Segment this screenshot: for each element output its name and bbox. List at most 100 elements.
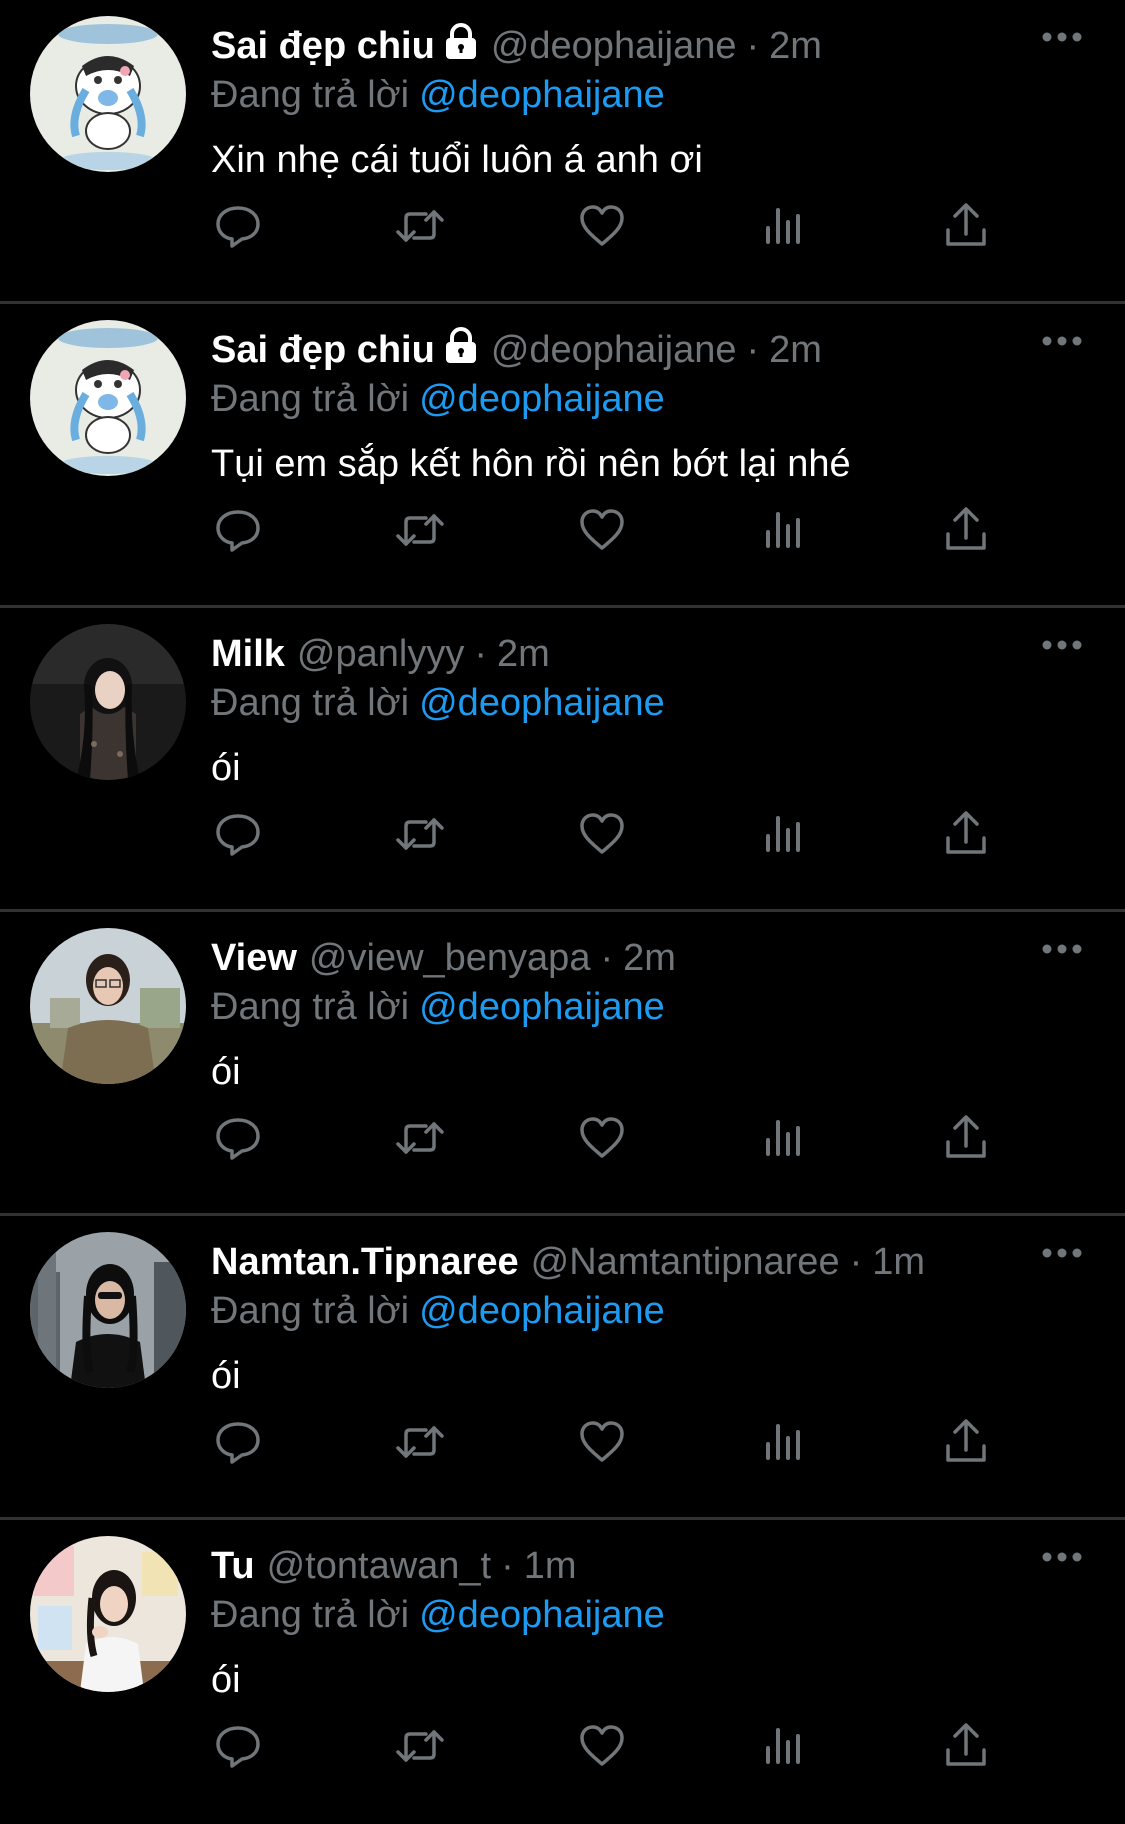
replying-to-label: Đang trả lời <box>211 74 410 116</box>
more-options-icon[interactable] <box>1040 1246 1084 1260</box>
timestamp[interactable]: 2m <box>769 329 822 371</box>
like-icon[interactable] <box>572 804 632 864</box>
reply-icon[interactable] <box>208 500 268 560</box>
views-icon[interactable] <box>754 1412 814 1472</box>
display-name[interactable]: Namtan.Tipnaree <box>211 1241 519 1283</box>
more-options-icon[interactable] <box>1040 334 1084 348</box>
user-handle[interactable]: @Namtantipnaree <box>531 1241 840 1283</box>
tweet[interactable]: Sai đẹp chiu @deophaijane · 2m Đang trả lời… <box>0 0 1125 304</box>
avatar[interactable] <box>30 624 186 780</box>
tweet-text: Tụi em sắp kết hôn rồi nên bớt lại nhé <box>211 443 851 485</box>
tweet-header: Sai đẹp chiu @deophaijane · 2m <box>211 20 1011 72</box>
tweet[interactable]: Namtan.Tipnaree @Namtantipnaree · 1m Đang t… <box>0 1216 1125 1520</box>
avatar[interactable] <box>30 1536 186 1692</box>
reply-mention-link[interactable]: @deophaijane <box>419 682 665 724</box>
share-icon[interactable] <box>936 1108 996 1168</box>
retweet-icon[interactable] <box>390 196 450 256</box>
replying-to: Đang trả lời @deophaijane <box>211 374 665 424</box>
views-icon[interactable] <box>754 1716 814 1776</box>
tweet-text: ói <box>211 1051 241 1093</box>
replying-to: Đang trả lời @deophaijane <box>211 1590 665 1640</box>
tweet-actions <box>0 196 1125 256</box>
tweet-header: Namtan.Tipnaree @Namtantipnaree · 1m <box>211 1236 1011 1288</box>
more-options-icon[interactable] <box>1040 942 1084 956</box>
views-icon[interactable] <box>754 1108 814 1168</box>
timestamp[interactable]: 1m <box>872 1241 925 1283</box>
retweet-icon[interactable] <box>390 1412 450 1472</box>
replying-to: Đang trả lời @deophaijane <box>211 678 665 728</box>
retweet-icon[interactable] <box>390 804 450 864</box>
retweet-icon[interactable] <box>390 500 450 560</box>
replying-to: Đang trả lời @deophaijane <box>211 1286 665 1336</box>
timestamp[interactable]: 2m <box>497 633 550 675</box>
tweet-actions <box>0 1108 1125 1168</box>
views-icon[interactable] <box>754 196 814 256</box>
display-name[interactable]: Sai đẹp chiu <box>211 329 435 371</box>
display-name[interactable]: Milk <box>211 633 285 675</box>
reply-mention-link[interactable]: @deophaijane <box>419 378 665 420</box>
retweet-icon[interactable] <box>390 1108 450 1168</box>
separator: · <box>849 1241 863 1283</box>
more-options-icon[interactable] <box>1040 1550 1084 1564</box>
reply-icon[interactable] <box>208 196 268 256</box>
reply-feed: Sai đẹp chiu @deophaijane · 2m Đang trả lời… <box>0 0 1125 1816</box>
reply-mention-link[interactable]: @deophaijane <box>419 1594 665 1636</box>
avatar[interactable] <box>30 320 186 476</box>
display-name[interactable]: Sai đẹp chiu <box>211 25 435 67</box>
reply-icon[interactable] <box>208 1108 268 1168</box>
replying-to-label: Đang trả lời <box>211 1594 410 1636</box>
tweet-text: Xin nhẹ cái tuổi luôn á anh ơi <box>211 139 703 181</box>
timestamp[interactable]: 2m <box>769 25 822 67</box>
separator: · <box>746 329 760 371</box>
reply-mention-link[interactable]: @deophaijane <box>419 986 665 1028</box>
tweet[interactable]: View @view_benyapa · 2m Đang trả lời @deopha… <box>0 912 1125 1216</box>
share-icon[interactable] <box>936 1412 996 1472</box>
share-icon[interactable] <box>936 500 996 560</box>
tweet[interactable]: Tu @tontawan_t · 1m Đang trả lời @deophaijan… <box>0 1520 1125 1824</box>
reply-mention-link[interactable]: @deophaijane <box>419 74 665 116</box>
reply-icon[interactable] <box>208 804 268 864</box>
tweet[interactable]: Milk @panlyyy · 2m Đang trả lời @deophaijane… <box>0 608 1125 912</box>
timestamp[interactable]: 2m <box>623 937 676 979</box>
replying-to-label: Đang trả lời <box>211 1290 410 1332</box>
views-icon[interactable] <box>754 804 814 864</box>
user-handle[interactable]: @view_benyapa <box>309 937 591 979</box>
tweet-text: ói <box>211 1659 241 1701</box>
replying-to-label: Đang trả lời <box>211 682 410 724</box>
user-handle[interactable]: @tontawan_t <box>267 1545 492 1587</box>
tweet[interactable]: Sai đẹp chiu @deophaijane · 2m Đang trả lời… <box>0 304 1125 608</box>
more-options-icon[interactable] <box>1040 638 1084 652</box>
more-options-icon[interactable] <box>1040 30 1084 44</box>
separator: · <box>474 633 487 675</box>
tweet-actions <box>0 500 1125 560</box>
avatar[interactable] <box>30 928 186 1084</box>
share-icon[interactable] <box>936 1716 996 1776</box>
reply-icon[interactable] <box>208 1716 268 1776</box>
like-icon[interactable] <box>572 1108 632 1168</box>
like-icon[interactable] <box>572 1412 632 1472</box>
reply-icon[interactable] <box>208 1412 268 1472</box>
user-handle[interactable]: @deophaijane <box>491 329 737 371</box>
share-icon[interactable] <box>936 804 996 864</box>
user-handle[interactable]: @deophaijane <box>491 25 737 67</box>
share-icon[interactable] <box>936 196 996 256</box>
user-handle[interactable]: @panlyyy <box>297 633 464 675</box>
like-icon[interactable] <box>572 196 632 256</box>
reply-mention-link[interactable]: @deophaijane <box>419 1290 665 1332</box>
display-name[interactable]: Tu <box>211 1545 255 1587</box>
tweet-text: ói <box>211 747 241 789</box>
like-icon[interactable] <box>572 1716 632 1776</box>
lock-icon <box>443 23 479 61</box>
replying-to-label: Đang trả lời <box>211 378 410 420</box>
like-icon[interactable] <box>572 500 632 560</box>
tweet-header: View @view_benyapa · 2m <box>211 932 1011 984</box>
separator: · <box>600 937 614 979</box>
avatar[interactable] <box>30 16 186 172</box>
tweet-header: Milk @panlyyy · 2m <box>211 628 1011 680</box>
avatar[interactable] <box>30 1232 186 1388</box>
lock-icon <box>443 327 479 365</box>
views-icon[interactable] <box>754 500 814 560</box>
display-name[interactable]: View <box>211 937 297 979</box>
retweet-icon[interactable] <box>390 1716 450 1776</box>
timestamp[interactable]: 1m <box>524 1545 577 1587</box>
